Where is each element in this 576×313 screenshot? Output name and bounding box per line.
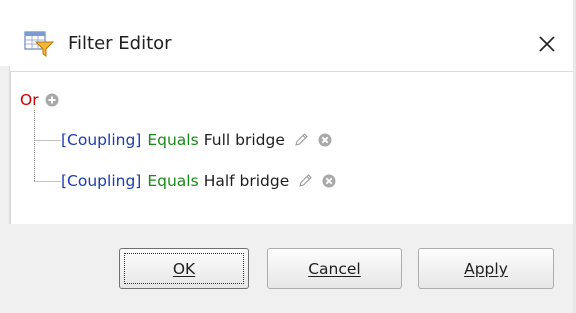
edit-value-button[interactable] [297, 173, 313, 189]
ok-button-label: OK [172, 259, 196, 278]
pencil-icon [295, 133, 308, 146]
remove-circle-icon [322, 174, 336, 188]
condition-value[interactable]: Half bridge [204, 172, 290, 190]
condition-field[interactable]: [Coupling] [61, 172, 141, 190]
condition-field[interactable]: [Coupling] [61, 131, 141, 149]
close-button[interactable] [533, 30, 561, 58]
condition-value[interactable]: Full bridge [204, 131, 285, 149]
condition-operator[interactable]: Equals [147, 131, 198, 149]
group-operator[interactable]: Or [20, 91, 39, 109]
cancel-button-label: Cancel [308, 259, 361, 278]
apply-button[interactable]: Apply [418, 248, 554, 289]
condition-operator[interactable]: Equals [147, 172, 198, 190]
remove-circle-icon [318, 133, 332, 147]
condition-row: [Coupling] Equals Half bridge [61, 169, 336, 193]
cancel-button[interactable]: Cancel [267, 248, 402, 289]
title-bar: Filter Editor [0, 0, 576, 66]
edit-value-button[interactable] [293, 132, 309, 148]
window-title: Filter Editor [68, 33, 172, 54]
filter-tree: Or [Coupling] Equals Full bridge [Coupli… [10, 71, 576, 225]
remove-condition-button[interactable] [318, 133, 332, 147]
filter-editor-dialog: Filter Editor Or [Coupling] Equals Full … [0, 0, 576, 313]
remove-condition-button[interactable] [322, 174, 336, 188]
add-condition-button[interactable] [45, 93, 59, 107]
condition-row: [Coupling] Equals Full bridge [61, 128, 332, 152]
filter-table-icon [24, 31, 55, 57]
close-icon [539, 36, 555, 52]
pencil-icon [299, 174, 313, 187]
group-row: Or [20, 88, 59, 112]
apply-button-label: Apply [464, 259, 508, 278]
add-circle-icon [45, 93, 59, 107]
ok-button[interactable]: OK [119, 248, 249, 289]
